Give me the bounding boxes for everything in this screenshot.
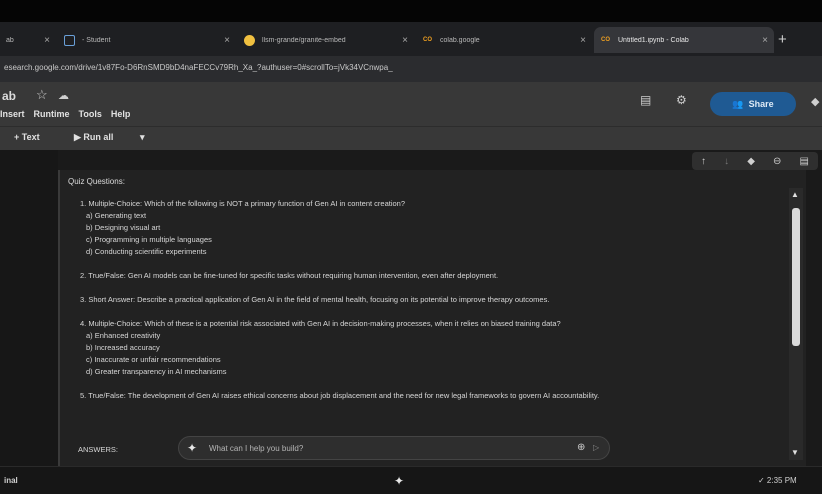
scroll-up-icon[interactable]: ▲ <box>791 190 799 199</box>
close-icon[interactable]: × <box>224 35 230 46</box>
option: c) Programming in multiple languages <box>86 235 212 244</box>
ai-prompt-input[interactable]: ✦ What can I help you build? ⊕ ▷ <box>178 436 610 460</box>
colab-icon: CO <box>601 37 610 43</box>
tab-label: colab.google <box>440 36 480 44</box>
people-icon <box>244 34 255 46</box>
option: a) Generating text <box>86 211 147 220</box>
option: c) Inaccurate or unfair recommendations <box>86 355 221 364</box>
address-bar[interactable]: esearch.google.com/drive/1v87Fo-D6RnSMD9… <box>0 56 822 82</box>
screen-top-band <box>0 0 822 22</box>
browser-tab-1[interactable]: ab × <box>0 27 56 53</box>
question-2: 2. True/False: Gen AI models can be fine… <box>80 270 788 282</box>
option: b) Increased accuracy <box>86 343 160 352</box>
cloud-icon[interactable]: ☁ <box>58 89 69 102</box>
question-text: 2. True/False: Gen AI models can be fine… <box>80 271 499 280</box>
status-bar: inal ✦ ✓ 2:35 PM <box>0 466 822 494</box>
menu-insert[interactable]: Insert <box>0 109 25 119</box>
question-1: 1. Multiple-Choice: Which of the followi… <box>80 198 788 258</box>
url-text: esearch.google.com/drive/1v87Fo-D6RnSMD9… <box>4 63 393 72</box>
people-icon: 👥 <box>732 98 744 109</box>
send-icon[interactable]: ▷ <box>593 443 599 452</box>
status-left-text[interactable]: inal <box>4 476 18 485</box>
output-cell[interactable]: Quiz Questions: 1. Multiple-Choice: Whic… <box>58 170 806 466</box>
share-label: Share <box>748 99 774 109</box>
quiz-content: Quiz Questions: 1. Multiple-Choice: Whic… <box>68 176 788 414</box>
output-scrollbar[interactable]: ▲ ▼ <box>789 188 803 460</box>
close-icon[interactable]: × <box>762 35 768 46</box>
question-text: 3. Short Answer: Describe a practical ap… <box>80 295 550 304</box>
menu-tools[interactable]: Tools <box>79 109 102 119</box>
browser-tab-2[interactable]: - Student × <box>58 27 236 53</box>
question-text: 1. Multiple-Choice: Which of the followi… <box>80 199 406 208</box>
run-all-label: Run all <box>83 132 114 142</box>
tab-label: llsm-grande/granite-embed <box>262 36 346 44</box>
new-tab-button[interactable]: + <box>778 31 787 48</box>
menu-help[interactable]: Help <box>111 109 131 119</box>
quiz-title: Quiz Questions: <box>68 177 125 186</box>
browser-tab-4[interactable]: CO colab.google × <box>416 27 592 53</box>
comment-icon[interactable]: ▤ <box>640 93 651 107</box>
menu-bar: Insert Runtime Tools Help <box>0 109 130 119</box>
browser-tab-5-active[interactable]: CO Untitled1.ipynb - Colab × <box>594 27 774 53</box>
sparkle-icon: ✦ <box>187 441 198 455</box>
tab-label: ab <box>6 36 14 44</box>
share-button[interactable]: 👥 Share <box>710 92 796 116</box>
run-all-button[interactable]: ▶ Run all <box>74 132 113 143</box>
prompt-placeholder: What can I help you build? <box>209 444 304 453</box>
menu-runtime[interactable]: Runtime <box>34 109 70 119</box>
scroll-down-icon[interactable]: ▼ <box>791 448 799 457</box>
close-icon[interactable]: × <box>402 35 408 46</box>
cell-toolbar: ↑ ↓ ◆ ⊖ ▤ <box>692 152 818 170</box>
browser-tab-strip: ab × - Student × llsm-grande/granite-emb… <box>0 22 822 56</box>
link-icon[interactable]: ⊖ <box>773 156 781 167</box>
option: b) Designing visual art <box>86 223 161 232</box>
question-4: 4. Multiple-Choice: Which of these is a … <box>80 318 788 378</box>
sparkle-icon[interactable]: ◆ <box>747 156 755 167</box>
browser-tab-3[interactable]: llsm-grande/granite-embed × <box>238 27 414 53</box>
question-3: 3. Short Answer: Describe a practical ap… <box>80 294 788 306</box>
answers-label: ANSWERS: <box>78 445 119 454</box>
arrow-up-icon[interactable]: ↑ <box>701 156 706 167</box>
sparkle-icon[interactable]: ◆ <box>811 95 819 108</box>
sparkle-icon[interactable]: ✦ <box>394 474 404 488</box>
arrow-down-icon[interactable]: ↓ <box>724 156 729 167</box>
gear-icon[interactable]: ⚙ <box>676 93 687 107</box>
question-text: 4. Multiple-Choice: Which of these is a … <box>80 319 561 328</box>
scroll-thumb[interactable] <box>792 208 800 346</box>
question-5: 5. True/False: The development of Gen AI… <box>80 390 770 402</box>
option: d) Conducting scientific experiments <box>86 247 207 256</box>
notebook-brand: ab <box>2 89 17 103</box>
comment-icon[interactable]: ▤ <box>799 156 808 167</box>
cell-gutter <box>0 150 58 466</box>
tab-label: - Student <box>82 36 111 44</box>
tab-label: Untitled1.ipynb - Colab <box>618 36 689 44</box>
chevron-down-icon[interactable]: ▾ <box>140 132 145 143</box>
colab-header: ab ☆ ☁ Insert Runtime Tools Help ▤ ⚙ 👥 S… <box>0 82 822 126</box>
star-icon[interactable]: ☆ <box>36 87 48 103</box>
close-icon[interactable]: × <box>580 35 586 46</box>
option: d) Greater transparency in AI mechanisms <box>86 367 227 376</box>
status-time: ✓ 2:35 PM <box>758 476 797 485</box>
window-icon <box>64 34 75 46</box>
close-icon[interactable]: × <box>44 35 50 46</box>
add-text-button[interactable]: + Text <box>14 132 40 142</box>
option: a) Enhanced creativity <box>86 331 161 340</box>
notebook-area: ↑ ↓ ◆ ⊖ ▤ Quiz Questions: 1. Multiple-Ch… <box>0 150 822 466</box>
colab-icon: CO <box>423 37 432 43</box>
question-text: 5. True/False: The development of Gen AI… <box>80 391 600 400</box>
add-icon[interactable]: ⊕ <box>577 442 585 453</box>
notebook-toolbar: + Text ▶ Run all ▾ <box>0 126 822 150</box>
